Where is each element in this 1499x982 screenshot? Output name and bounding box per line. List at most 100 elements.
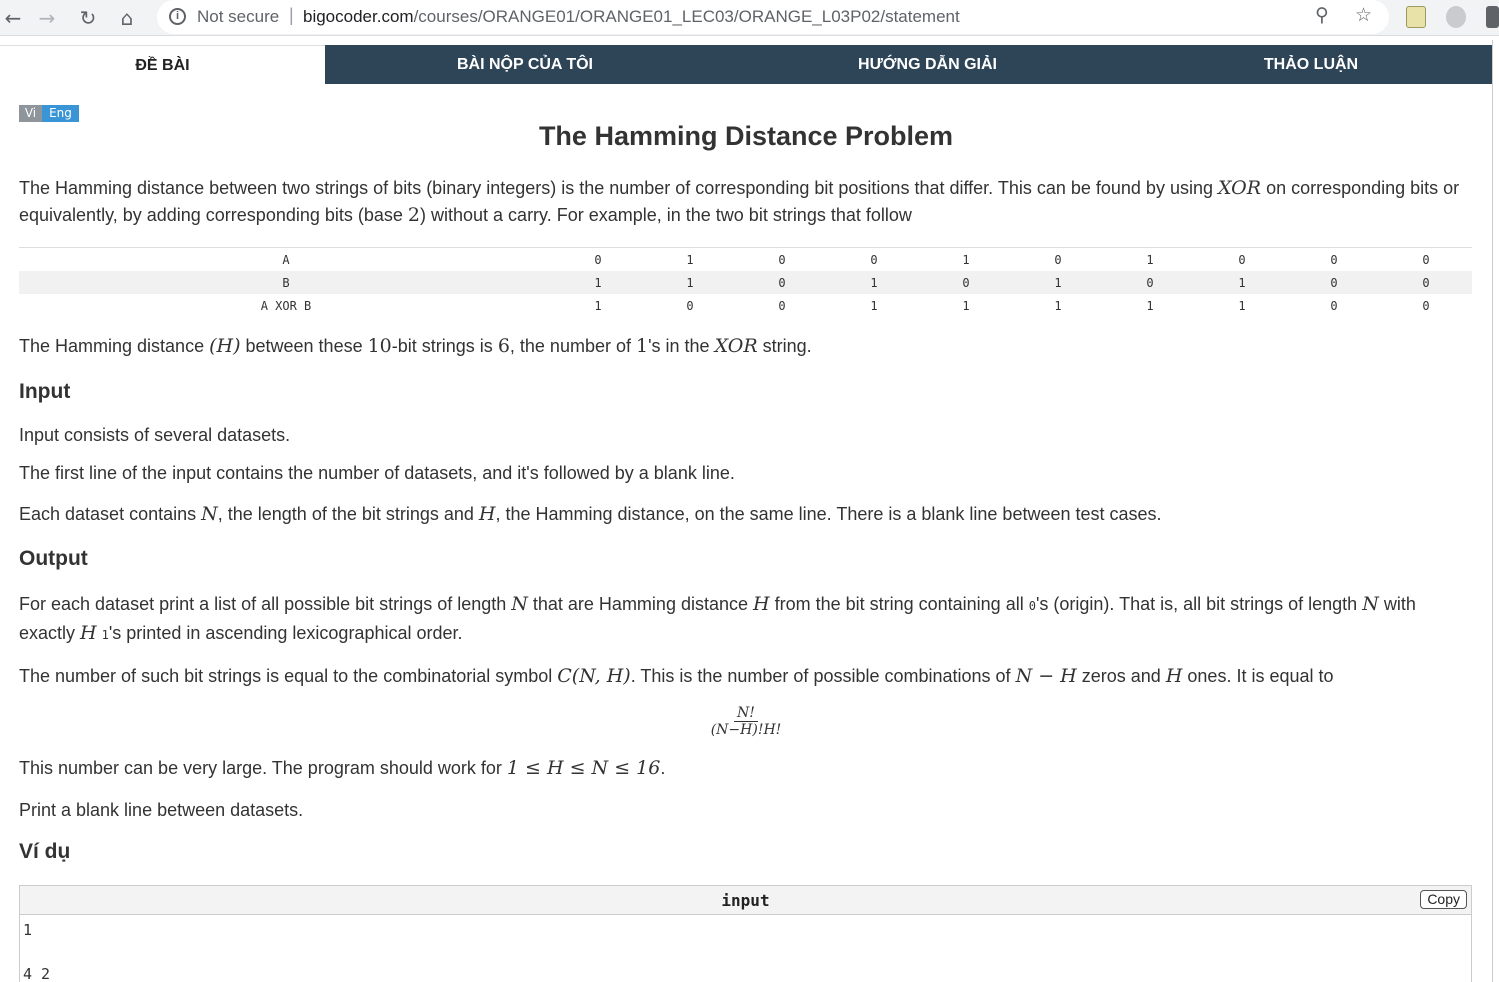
bit-cell: 1	[1146, 253, 1154, 267]
math-h-2: H	[478, 503, 496, 525]
scrollbar-track[interactable]	[1492, 40, 1499, 982]
hd-text-6: string.	[757, 336, 812, 356]
bit-table-row: B 1 1 0 1 0 1 0 1 0 0	[19, 271, 1472, 294]
math-constraint: 1 ≤ H ≤ N ≤ 16	[506, 757, 661, 779]
bit-table-row: A XOR B 1 0 0 1 1 1 1 1 0 0	[19, 294, 1472, 317]
bit-cell: 0	[962, 276, 970, 290]
bit-cell: 0	[1238, 253, 1246, 267]
math-10: 10	[367, 335, 392, 357]
math-n-2: N	[511, 593, 528, 615]
bit-cell: 1	[870, 299, 878, 313]
math-n-3: N	[1362, 593, 1379, 615]
example-input-content[interactable]: 1 4 2	[20, 915, 1471, 982]
bit-cell: 0	[1422, 299, 1430, 313]
bit-cell: 0	[870, 253, 878, 267]
notes-extension-icon[interactable]	[1406, 6, 1426, 28]
extension-icon[interactable]	[1486, 6, 1499, 28]
bit-cell: 1	[594, 299, 602, 313]
math-cnh: C(N, H)	[557, 665, 631, 687]
code-one: 1	[101, 628, 109, 642]
hd-text-4: , the number of	[509, 336, 636, 356]
info-icon[interactable]: i	[169, 8, 186, 25]
bit-cell: 1	[962, 253, 970, 267]
intro-paragraph: The Hamming distance between two strings…	[19, 175, 1474, 229]
output-paragraph-3: This number can be very large. The progr…	[19, 755, 1479, 782]
lang-vi-button[interactable]: Vi	[19, 105, 42, 122]
bit-cell: 1	[1146, 299, 1154, 313]
bit-cell: 0	[1054, 253, 1062, 267]
copy-button[interactable]: Copy	[1420, 890, 1467, 909]
page-title: The Hamming Distance Problem	[538, 121, 954, 151]
bit-cell: 0	[1330, 276, 1338, 290]
cube-extension-icon[interactable]	[1446, 6, 1466, 28]
forward-icon[interactable]: →	[34, 5, 60, 31]
bit-cell: 0	[1330, 299, 1338, 313]
back-icon[interactable]: ←	[0, 5, 26, 31]
bit-cell: 1	[962, 299, 970, 313]
bit-cell: 0	[1422, 276, 1430, 290]
bit-cell: 1	[594, 276, 602, 290]
bit-row-label: A	[282, 253, 290, 267]
out1-text-c: from the bit string containing all	[769, 594, 1029, 614]
bit-cell: 1	[1238, 276, 1246, 290]
bit-cell: 0	[686, 299, 694, 313]
out2-text-e: ones. It is equal to	[1182, 666, 1334, 686]
input-line-2: The first line of the input contains the…	[19, 463, 735, 483]
bit-cell: 1	[686, 276, 694, 290]
bit-cell: 0	[778, 253, 786, 267]
example-input-title: input	[721, 891, 770, 910]
bit-table: A 0 1 0 0 1 0 1 0 0 0 B 1 1 0 1 0 1 0 1 0 0 A XOR B 1 0 0 1 1 1 1 1 0 0	[19, 247, 1472, 317]
bookmark-star-icon[interactable]: ☆	[1355, 4, 1372, 26]
bit-table-row: A 0 1 0 0 1 0 1 0 0 0	[19, 248, 1472, 271]
example-heading: Ví dụ	[19, 840, 71, 863]
intro-text-1: The Hamming distance between two strings…	[19, 178, 1218, 198]
example-input-line: 4 2	[23, 965, 51, 982]
tab-solution-guide[interactable]: HƯỚNG DẪN GIẢI	[725, 45, 1130, 84]
out3-text-b: .	[660, 758, 666, 778]
tab-my-submissions[interactable]: BÀI NỘP CỦA TÔI	[325, 45, 725, 84]
bit-cell: 0	[1146, 276, 1154, 290]
combination-formula: N! (N−H)!H!	[0, 705, 1492, 738]
out3-text-a: This number can be very large. The progr…	[19, 758, 507, 778]
address-bar[interactable]: i Not secure | bigocoder.com/courses/ORA…	[157, 0, 1389, 34]
browser-toolbar: ← → ↻ ⌂ i Not secure | bigocoder.com/cou…	[0, 0, 1499, 36]
url-path: /courses/ORANGE01/ORANGE01_LEC03/ORANGE_…	[413, 7, 960, 26]
problem-tabs: ĐỀ BÀI BÀI NỘP CỦA TÔI HƯỚNG DẪN GIẢI TH…	[0, 45, 1492, 84]
input-line-1: Input consists of several datasets.	[19, 425, 291, 445]
output-paragraph-4: Print a blank line between datasets.	[19, 800, 304, 820]
tab-statement[interactable]: ĐỀ BÀI	[0, 45, 325, 84]
bit-cell: 0	[1330, 253, 1338, 267]
bit-cell: 1	[1238, 299, 1246, 313]
math-xor-2: XOR	[714, 335, 758, 357]
out1-text-b: that are Hamming distance	[527, 594, 753, 614]
out2-text-b: . This is the number of possible combina…	[630, 666, 1016, 686]
example-input-line: 1	[23, 921, 33, 939]
math-n: N	[201, 503, 218, 525]
in3-text-a: Each dataset contains	[19, 504, 202, 524]
math-xor: XOR	[1217, 177, 1262, 199]
url-text[interactable]: bigocoder.com/courses/ORANGE01/ORANGE01_…	[303, 7, 960, 27]
zoom-icon[interactable]: ⚲	[1315, 4, 1329, 26]
hamming-paragraph: The Hamming distance (H) between these 1…	[19, 333, 1479, 360]
math-h-5: H	[1165, 665, 1183, 687]
output-heading: Output	[19, 547, 88, 570]
lang-en-button[interactable]: Eng	[42, 105, 79, 122]
security-label[interactable]: Not secure	[197, 7, 279, 27]
reload-icon[interactable]: ↻	[75, 5, 101, 31]
input-heading: Input	[19, 380, 71, 403]
intro-text-3: ) without a carry. For example, in the t…	[420, 205, 912, 225]
math-h-4: H	[80, 622, 97, 644]
code-zero: 0	[1028, 599, 1036, 613]
bit-row-label: A XOR B	[260, 299, 312, 313]
home-icon[interactable]: ⌂	[114, 5, 140, 31]
in3-text-b: , the length of the bit strings and	[217, 504, 479, 524]
hd-text-3: -bit strings is	[391, 336, 498, 356]
url-separator: |	[289, 5, 294, 25]
out1-text-d: 's (origin). That is, all bit strings of…	[1035, 594, 1363, 614]
bit-cell: 0	[778, 299, 786, 313]
tab-discussion[interactable]: THẢO LUẬN	[1130, 45, 1492, 84]
example-input-header: input Copy	[20, 886, 1471, 915]
out2-text-a: The number of such bit strings is equal …	[19, 666, 558, 686]
bit-row-label: B	[282, 276, 290, 290]
formula-denominator: (N−H)!H!	[710, 722, 782, 738]
